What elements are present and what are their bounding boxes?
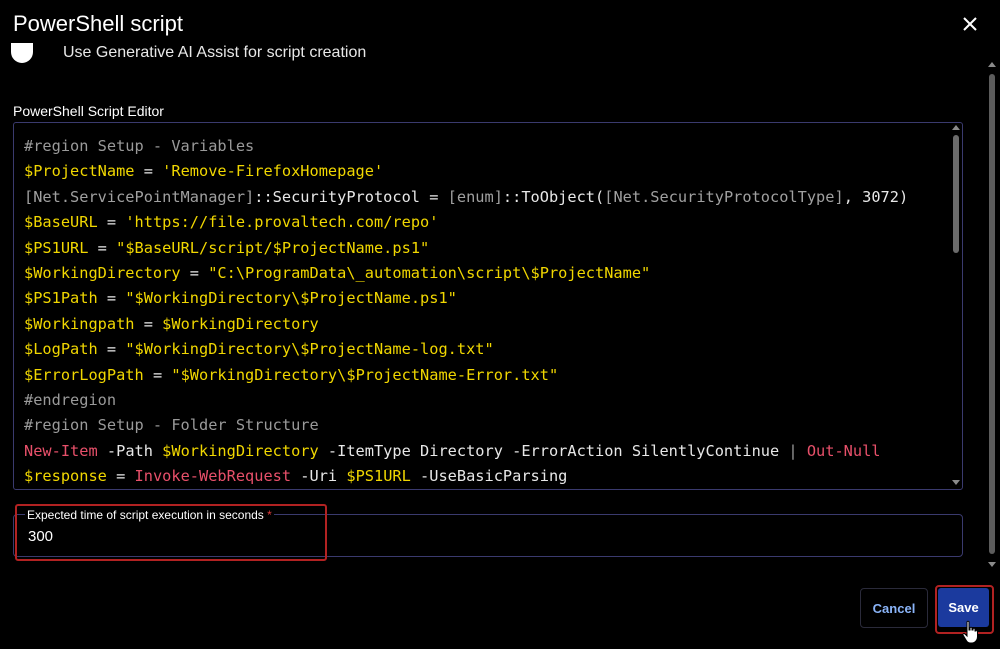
code-token: $WorkingDirectory (24, 263, 181, 282)
code-line[interactable]: $Workingpath = $WorkingDirectory (24, 312, 908, 337)
code-token: ::ToObject( (502, 187, 605, 206)
code-line[interactable]: $response = Invoke-WebRequest -Uri $PS1U… (24, 464, 908, 489)
code-token: = (88, 238, 117, 257)
code-token: #region Setup - Variables (24, 137, 255, 155)
code-token: "$WorkingDirectory\$ProjectName.ps1" (125, 289, 457, 308)
execution-time-label-text: Expected time of script execution in sec… (27, 508, 264, 522)
code-token: $PS1URL (24, 238, 89, 257)
code-token: -UseBasicParsing (410, 467, 568, 486)
dialog-scroll-up-icon[interactable] (988, 62, 996, 67)
code-token: = (106, 467, 135, 486)
code-token: "$BaseURL/script/$ProjectName.ps1" (116, 238, 430, 257)
code-token: New-Item (24, 441, 98, 460)
code-token: [enum] (447, 187, 503, 206)
cancel-button[interactable]: Cancel (860, 588, 928, 628)
editor-scroll-thumb[interactable] (953, 135, 959, 253)
scroll-up-arrow-icon[interactable] (952, 125, 960, 130)
code-line[interactable]: #endregion (24, 388, 908, 413)
dialog-title: PowerShell script (13, 11, 183, 36)
script-editor[interactable]: #region Setup - Variables $ProjectName = … (13, 122, 963, 490)
generative-ai-toggle[interactable] (11, 43, 33, 63)
code-token: = (134, 314, 163, 333)
code-token: "C:\ProgramData\_automation\script\$Proj… (208, 263, 651, 282)
code-token: = (97, 289, 126, 308)
code-line[interactable]: $PS1URL = "$BaseURL/script/$ProjectName.… (24, 236, 908, 261)
code-line[interactable]: $WorkingDirectory = "C:\ProgramData\_aut… (24, 261, 908, 286)
code-token: Out-Null (806, 441, 881, 460)
code-token: $PS1URL (346, 467, 411, 486)
code-token: $WorkingDirectory (162, 441, 319, 460)
code-token: $WorkingDirectory (162, 314, 319, 333)
close-icon[interactable] (960, 14, 980, 34)
code-token: #region Setup - Folder Structure (24, 416, 319, 435)
dialog-scroll-thumb[interactable] (989, 74, 995, 554)
code-token: ::SecurityProtocol = (254, 187, 448, 206)
code-token: "$WorkingDirectory\$ProjectName-Error.tx… (171, 365, 559, 384)
code-token: [Net.SecurityProtocolType] (604, 187, 844, 206)
script-editor-label: PowerShell Script Editor (13, 103, 164, 119)
dialog-scroll-down-icon[interactable] (988, 562, 996, 567)
code-token: "$WorkingDirectory\$ProjectName-log.txt" (125, 340, 494, 359)
code-line[interactable]: $PS1Path = "$WorkingDirectory\$ProjectNa… (24, 286, 908, 311)
code-token: = (134, 162, 163, 181)
code-token: -ItemType Directory -ErrorAction Silentl… (318, 441, 789, 460)
code-token: Invoke-WebRequest (134, 467, 292, 486)
code-token: , 3072) (843, 187, 909, 206)
code-token: $BaseURL (24, 213, 98, 232)
code-token: = (97, 213, 126, 232)
code-line[interactable]: $ErrorLogPath = "$WorkingDirectory\$Proj… (24, 363, 908, 388)
code-token: 'https://file.provaltech.com/repo' (125, 213, 439, 232)
code-token: #endregion (24, 390, 117, 409)
code-token: -Uri (291, 467, 347, 486)
code-line[interactable]: #region Setup - Variables (24, 134, 908, 159)
code-line[interactable]: #region Setup - Folder Structure (24, 413, 908, 438)
dialog-scrollbar[interactable] (988, 62, 996, 567)
execution-time-input[interactable]: 300 (28, 528, 53, 545)
code-token: 'Remove-FirefoxHomepage' (162, 162, 384, 181)
script-code[interactable]: #region Setup - Variables $ProjectName = … (24, 134, 908, 489)
code-token: = (97, 340, 126, 359)
generative-ai-label: Use Generative AI Assist for script crea… (63, 44, 367, 61)
editor-scrollbar[interactable] (952, 125, 960, 485)
code-token: $LogPath (24, 340, 98, 359)
code-token: $Workingpath (24, 314, 135, 333)
code-line[interactable]: $ProjectName = 'Remove-FirefoxHomepage' (24, 159, 908, 184)
mouse-pointer-icon (962, 620, 978, 644)
code-token: = (180, 263, 209, 282)
code-token: = (143, 365, 172, 384)
code-token: $response (24, 467, 107, 486)
code-line[interactable]: [Net.ServicePointManager]::SecurityProto… (24, 185, 908, 210)
code-token: [Net.ServicePointManager] (24, 187, 255, 206)
required-marker: * (267, 508, 272, 522)
code-line[interactable]: New-Item -Path $WorkingDirectory -ItemTy… (24, 439, 908, 464)
scroll-down-arrow-icon[interactable] (952, 480, 960, 485)
code-token: $ProjectName (24, 162, 135, 181)
code-token: -Path (97, 441, 163, 460)
execution-time-label: Expected time of script execution in sec… (25, 508, 274, 522)
code-token: | (788, 441, 798, 460)
code-token: $PS1Path (24, 289, 98, 308)
code-token: $ErrorLogPath (24, 365, 144, 384)
code-line[interactable]: $BaseURL = 'https://file.provaltech.com/… (24, 210, 908, 235)
code-line[interactable]: $LogPath = "$WorkingDirectory\$ProjectNa… (24, 337, 908, 362)
